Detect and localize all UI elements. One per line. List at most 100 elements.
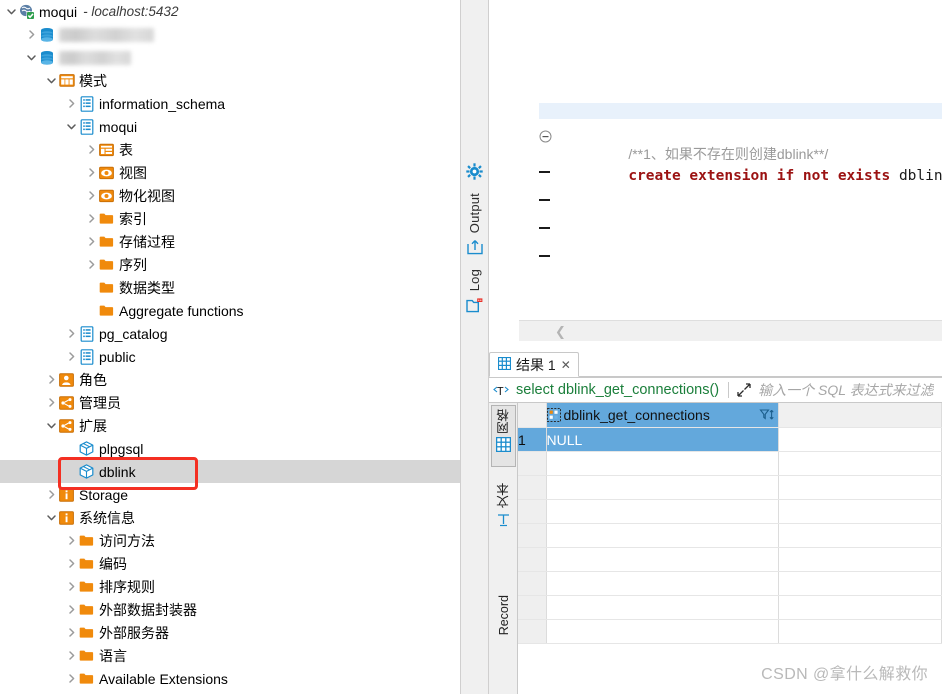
tree-node-extension[interactable]: plpgsql — [0, 437, 460, 460]
chevron-right-icon[interactable] — [64, 98, 78, 109]
sql-expression-icon[interactable]: T — [493, 383, 510, 398]
tree-node-connection[interactable]: moqui - localhost:5432 — [0, 0, 460, 23]
editor-code-area[interactable]: /**1、如果不存在则创建dblink**/ create extension … — [541, 121, 942, 184]
chevron-right-icon[interactable] — [64, 535, 78, 546]
tree-node-procedures[interactable]: 存储过程 — [0, 230, 460, 253]
tree-node-database[interactable] — [0, 23, 460, 46]
table-row[interactable]: 1 NULL — [518, 427, 942, 452]
tree-node-sequences[interactable]: 序列 — [0, 253, 460, 276]
results-grid[interactable]: dblink_get_connections 1 NULL — [518, 403, 942, 694]
results-presentation-tabbar[interactable]: 网格 文本 Record — [489, 403, 518, 694]
tab-result-1[interactable]: 结果 1 ✕ — [489, 352, 579, 377]
chevron-right-icon[interactable] — [84, 259, 98, 270]
tree-node-tables[interactable]: 表 — [0, 138, 460, 161]
maximize-icon[interactable] — [736, 382, 752, 398]
editor-folding-ruler[interactable] — [511, 0, 552, 341]
tree-node-indexes[interactable]: 索引 — [0, 207, 460, 230]
results-filter-bar[interactable]: T select dblink_get_connections() 输入一个 S… — [489, 377, 942, 403]
chevron-right-icon[interactable] — [44, 374, 58, 385]
chevron-right-icon[interactable] — [84, 213, 98, 224]
chevron-down-icon[interactable] — [44, 420, 58, 431]
database-tree[interactable]: moqui - localhost:5432 模式 information_schem… — [0, 0, 460, 690]
chevron-right-icon[interactable] — [64, 328, 78, 339]
fold-dash-4 — [539, 255, 550, 257]
chevron-right-icon[interactable] — [64, 604, 78, 615]
chevron-right-icon[interactable] — [84, 167, 98, 178]
tree-node-extensions[interactable]: 扩展 — [0, 414, 460, 437]
chevron-right-icon[interactable] — [84, 236, 98, 247]
column-header-dblink-get-connections[interactable]: dblink_get_connections — [546, 403, 779, 428]
table-cell-empty — [778, 571, 942, 596]
tree-node-data-types[interactable]: 数据类型 — [0, 276, 460, 299]
filter-sort-icon[interactable] — [758, 408, 775, 422]
tree-node-administer[interactable]: 管理员 — [0, 391, 460, 414]
chevron-right-icon[interactable] — [64, 650, 78, 661]
chevron-right-icon[interactable] — [64, 673, 78, 684]
chevron-down-icon[interactable] — [64, 121, 78, 132]
redacted-database-name — [59, 50, 131, 65]
tree-node-schema[interactable]: moqui — [0, 115, 460, 138]
tree-node-aggregate-functions[interactable]: Aggregate functions — [0, 299, 460, 322]
tree-node-system-info[interactable]: 系统信息 — [0, 506, 460, 529]
database-navigator-pane[interactable]: moqui - localhost:5432 模式 information_schem… — [0, 0, 460, 694]
schema-icon — [78, 95, 95, 112]
results-grid-area[interactable]: 网格 文本 Record dblink_get_connections 1 NU… — [489, 403, 942, 694]
tree-node-schema[interactable]: public — [0, 345, 460, 368]
presentation-tab-text[interactable]: 文本 — [489, 481, 518, 530]
chevron-down-icon[interactable] — [24, 52, 38, 63]
presentation-tab-grid[interactable]: 网格 — [489, 407, 518, 455]
tree-node-label: 系统信息 — [79, 509, 135, 526]
table-row-empty — [518, 571, 942, 596]
chevron-down-icon[interactable] — [4, 6, 18, 17]
chevron-right-icon[interactable] — [44, 397, 58, 408]
chevron-right-icon[interactable] — [44, 489, 58, 500]
tree-node-views[interactable]: 视图 — [0, 161, 460, 184]
tree-node-label: plpgsql — [99, 440, 144, 457]
tree-node-access-methods[interactable]: 访问方法 — [0, 529, 460, 552]
editor-side-tab-settings[interactable] — [461, 160, 488, 182]
chevron-down-icon[interactable] — [44, 512, 58, 523]
tree-node-database[interactable] — [0, 46, 460, 69]
table-cell-empty — [546, 499, 779, 524]
tree-node-encodings[interactable]: 编码 — [0, 552, 460, 575]
tree-node-extension[interactable]: dblink — [0, 460, 460, 483]
presentation-tab-record[interactable]: Record — [489, 593, 518, 637]
chevron-right-icon[interactable] — [64, 351, 78, 362]
tree-node-foreign-servers[interactable]: 外部服务器 — [0, 621, 460, 644]
chevron-right-icon[interactable] — [84, 144, 98, 155]
row-number-empty — [518, 595, 547, 620]
chevron-right-icon[interactable] — [84, 190, 98, 201]
chevron-right-icon[interactable] — [64, 627, 78, 638]
editor-side-tab-output[interactable]: Output — [461, 190, 488, 258]
tree-node-schema[interactable]: pg_catalog — [0, 322, 460, 345]
tree-node-label: 表 — [119, 141, 133, 158]
sql-editor[interactable]: /**1、如果不存在则创建dblink**/ create extension … — [489, 0, 942, 352]
editor-side-tabbar[interactable]: Output Log — [460, 0, 489, 694]
tree-node-available-extensions[interactable]: Available Extensions — [0, 667, 460, 690]
close-icon[interactable]: ✕ — [561, 359, 571, 371]
editor-horizontal-scrollbar[interactable]: ❮ — [519, 320, 942, 341]
filter-query-text[interactable]: select dblink_get_connections() — [516, 382, 719, 398]
tree-node-languages[interactable]: 语言 — [0, 644, 460, 667]
row-number-empty — [518, 619, 547, 644]
results-table[interactable]: dblink_get_connections 1 NULL — [518, 403, 942, 644]
tree-node-foreign-data-wrappers[interactable]: 外部数据封装器 — [0, 598, 460, 621]
tree-node-roles[interactable]: 角色 — [0, 368, 460, 391]
chevron-right-icon[interactable] — [64, 581, 78, 592]
row-number[interactable]: 1 — [518, 427, 547, 452]
chevron-right-icon[interactable] — [64, 558, 78, 569]
tree-node-collations[interactable]: 排序规则 — [0, 575, 460, 598]
chevron-down-icon[interactable] — [44, 75, 58, 86]
scroll-left-chevron-icon[interactable]: ❮ — [555, 325, 566, 338]
results-tabstrip[interactable]: 结果 1 ✕ — [489, 352, 942, 377]
tree-node-schema-group[interactable]: 模式 — [0, 69, 460, 92]
tree-node-materialized-views[interactable]: 物化视图 — [0, 184, 460, 207]
tree-node-schema[interactable]: information_schema — [0, 92, 460, 115]
table-body[interactable]: 1 NULL — [518, 427, 942, 644]
tree-node-label: 视图 — [119, 164, 147, 181]
editor-side-tab-log[interactable]: Log — [461, 266, 488, 316]
tree-node-storage[interactable]: Storage — [0, 483, 460, 506]
table-cell[interactable]: NULL — [545, 427, 779, 452]
chevron-right-icon[interactable] — [24, 29, 38, 40]
filter-expression-input[interactable]: 输入一个 SQL 表达式来过滤 — [758, 380, 934, 400]
